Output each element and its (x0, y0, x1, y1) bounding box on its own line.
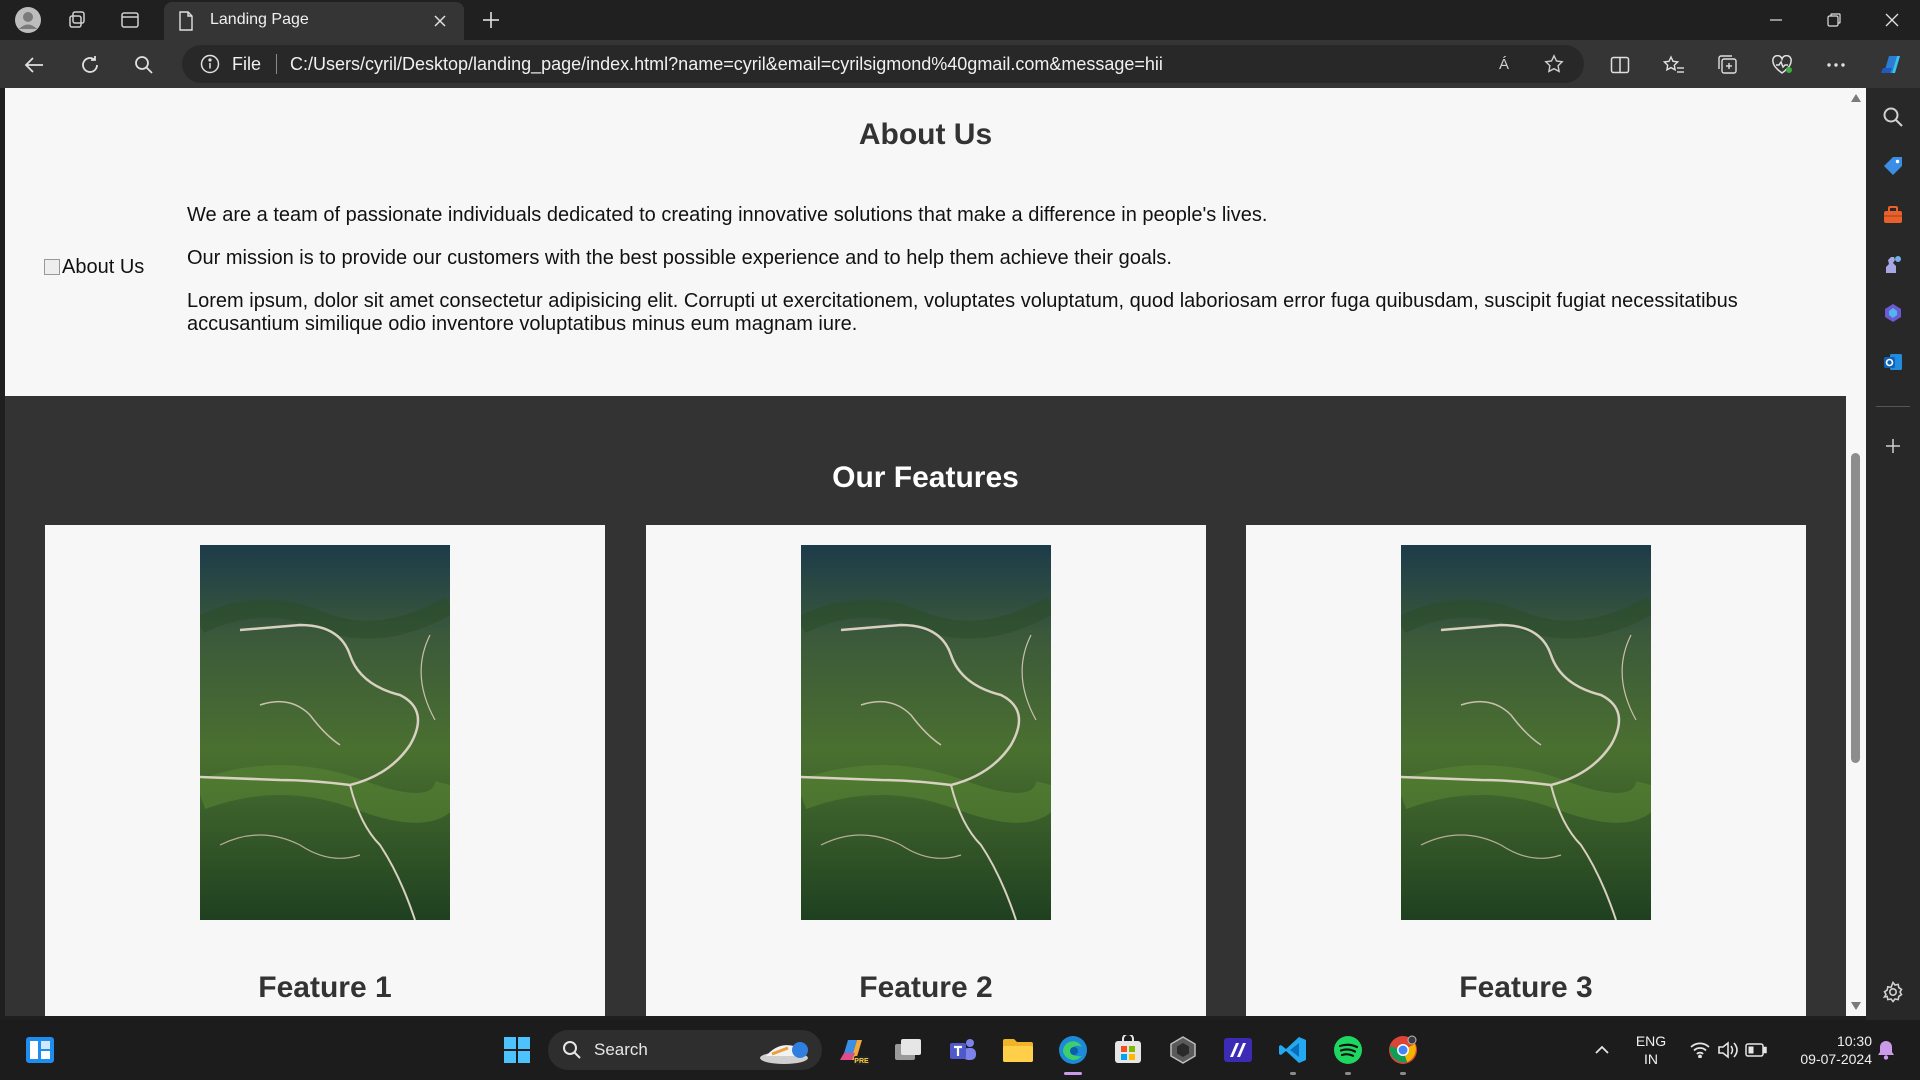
clock-date: 09-07-2024 (1800, 1051, 1872, 1067)
input-language-indicator[interactable]: ENG IN (1626, 1032, 1676, 1068)
address-scheme-label: File (232, 54, 262, 74)
show-hidden-icons-chevron-icon[interactable] (1586, 1034, 1618, 1066)
address-separator (276, 54, 277, 74)
browser-essentials-icon[interactable] (1766, 49, 1798, 81)
svg-text:PRE: PRE (854, 1058, 869, 1065)
restore-window-icon[interactable] (1806, 0, 1862, 40)
vscode-icon[interactable] (1277, 1034, 1309, 1066)
microsoft-store-icon[interactable] (1112, 1034, 1144, 1066)
tab-landing-page[interactable]: Landing Page (164, 2, 464, 40)
about-section: About Us About Us We are a team of passi… (5, 88, 1846, 396)
read-aloud-label: Á (1498, 55, 1509, 73)
sidebar-copilot-icon[interactable] (1879, 299, 1907, 327)
back-icon[interactable] (18, 49, 50, 81)
windows-taskbar: Search PRE ENG IN 10:30 09-07-2024 (0, 1020, 1920, 1080)
taskbar-search-box[interactable]: Search (548, 1030, 822, 1070)
close-window-icon[interactable] (1864, 0, 1920, 40)
edge-browser-icon[interactable] (1057, 1034, 1089, 1066)
favorites-icon[interactable] (1658, 49, 1690, 81)
about-paragraph: We are a team of passionate individuals … (187, 204, 1268, 226)
spotify-open-indicator (1345, 1072, 1351, 1075)
sidebar-shopping-icon[interactable] (1879, 152, 1907, 180)
search-highlight-icon (758, 1036, 814, 1071)
about-image-broken: About Us (44, 256, 144, 279)
sidebar-search-icon[interactable] (1879, 103, 1907, 131)
feature-image (801, 545, 1051, 920)
close-tab-icon[interactable] (426, 7, 454, 35)
feature-title: Feature 2 (859, 971, 993, 1004)
file-explorer-icon[interactable] (1002, 1034, 1034, 1066)
spotify-icon[interactable] (1332, 1034, 1364, 1066)
feature-title: Feature 1 (258, 971, 392, 1004)
clock[interactable]: 10:30 09-07-2024 (1782, 1032, 1872, 1068)
about-text: We are a team of passionate individuals … (187, 204, 1767, 356)
chrome-open-indicator (1400, 1072, 1406, 1075)
region-code: IN (1644, 1051, 1658, 1067)
refresh-icon[interactable] (74, 49, 106, 81)
task-view-icon[interactable] (892, 1034, 924, 1066)
feature-image (1401, 545, 1651, 920)
about-image-alt: About Us (62, 256, 145, 278)
chrome-icon[interactable] (1387, 1034, 1419, 1066)
widgets-icon[interactable] (24, 1034, 56, 1066)
site-info-icon[interactable] (200, 54, 220, 79)
address-url[interactable]: C:/Users/cyril/Desktop/landing_page/inde… (290, 54, 1163, 75)
edge-active-indicator (1064, 1072, 1082, 1075)
start-windows-icon[interactable] (501, 1034, 533, 1066)
tab-title: Landing Page (210, 11, 309, 28)
broken-image-icon (44, 259, 60, 275)
page-icon (178, 11, 194, 36)
notifications-bell-icon[interactable] (1870, 1034, 1902, 1066)
favorite-star-icon[interactable] (1540, 52, 1568, 76)
about-paragraph: Lorem ipsum, dolor sit amet consectetur … (187, 290, 1738, 335)
teams-icon[interactable] (947, 1034, 979, 1066)
search-icon[interactable] (128, 49, 160, 81)
scroll-up-arrow-icon[interactable] (1849, 92, 1863, 104)
about-heading: About Us (858, 118, 993, 151)
sidebar-add-icon[interactable] (1879, 432, 1907, 460)
address-bar[interactable]: File C:/Users/cyril/Desktop/landing_page… (182, 45, 1584, 83)
sidebar-settings-icon[interactable] (1879, 978, 1907, 1006)
scrollbar-thumb[interactable] (1851, 453, 1860, 763)
sidebar-outlook-icon[interactable] (1879, 348, 1907, 376)
edge-sidebar (1866, 88, 1920, 1020)
taskbar-search-icon (562, 1040, 582, 1065)
workspaces-icon[interactable] (62, 5, 92, 35)
feature-card: Feature 1 (45, 525, 605, 1016)
feature-card: Feature 3 (1246, 525, 1806, 1016)
collections-icon[interactable] (1712, 49, 1744, 81)
copilot-icon[interactable] (1876, 49, 1908, 81)
new-tab-icon[interactable] (476, 5, 506, 35)
page-viewport: About Us About Us We are a team of passi… (5, 88, 1846, 1016)
browser-toolbar: File C:/Users/cyril/Desktop/landing_page… (0, 40, 1920, 88)
copilot-pre-icon[interactable]: PRE (838, 1034, 870, 1066)
features-section: Our Features Feature 1 Feature 2 Feature… (5, 396, 1846, 1016)
vertical-tabs-icon[interactable] (115, 5, 145, 35)
visual-studio-icon[interactable] (1222, 1034, 1254, 1066)
page-scrollbar[interactable] (1846, 88, 1866, 1016)
battery-icon[interactable] (1740, 1034, 1772, 1066)
taskbar-search-label: Search (594, 1040, 648, 1059)
features-heading: Our Features (832, 461, 1019, 494)
profile-avatar-icon[interactable] (13, 5, 43, 35)
browser-title-bar: Landing Page (0, 0, 1920, 40)
feature-card: Feature 2 (646, 525, 1206, 1016)
split-screen-icon[interactable] (1604, 49, 1636, 81)
minimize-window-icon[interactable] (1748, 0, 1804, 40)
feature-image (200, 545, 450, 920)
settings-more-icon[interactable] (1820, 49, 1852, 81)
clock-time: 10:30 (1836, 1033, 1872, 1049)
scroll-down-arrow-icon[interactable] (1849, 1000, 1863, 1012)
sidebar-tools-icon[interactable] (1879, 201, 1907, 229)
feature-title: Feature 3 (1459, 971, 1593, 1004)
about-paragraph: Our mission is to provide our customers … (187, 247, 1172, 269)
read-aloud-icon[interactable]: Á (1490, 52, 1518, 76)
vscode-open-indicator (1290, 1072, 1296, 1075)
sidebar-separator (1876, 406, 1910, 407)
sidebar-games-icon[interactable] (1879, 250, 1907, 278)
language-code: ENG (1635, 1033, 1667, 1049)
unity-icon[interactable] (1167, 1034, 1199, 1066)
